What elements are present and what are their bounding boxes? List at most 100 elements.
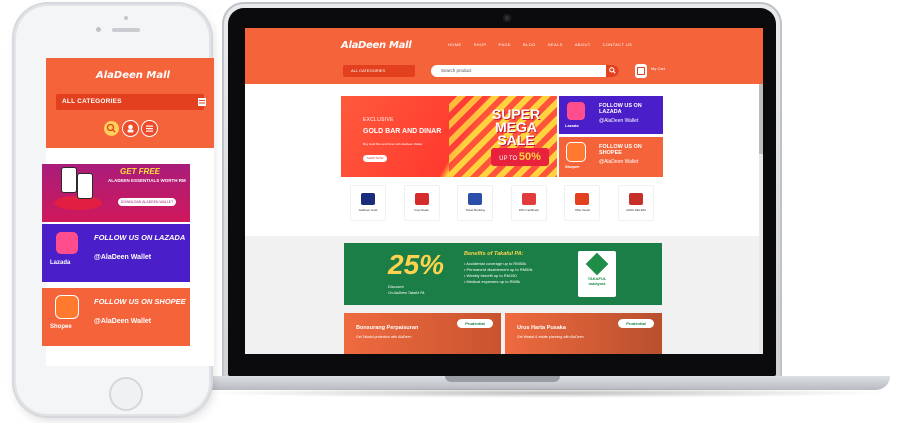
hero-kicker: EXCLUSIVE bbox=[363, 117, 394, 123]
promo-subtitle: Get Takaful protection with AlaDeen bbox=[356, 335, 412, 339]
shop-icon-label: JAMU DELIMA bbox=[625, 208, 647, 213]
mobile-lazada-banner[interactable]: Lazada FOLLOW US ON LAZADA @AlaDeen Wall… bbox=[42, 224, 190, 282]
promo-title: Bonsurang Perpaisuran bbox=[356, 325, 419, 331]
mobile-shopee-banner[interactable]: Shopee FOLLOW US ON SHOPEE @AlaDeen Wall… bbox=[42, 288, 190, 346]
all-categories-button[interactable]: ALL CATEGORIES bbox=[343, 65, 415, 77]
front-camera-icon bbox=[96, 27, 101, 32]
takaful-percent: 25% bbox=[388, 249, 445, 280]
lazada-subtitle: @AlaDeen Wallet bbox=[599, 118, 639, 124]
search-icon[interactable] bbox=[104, 121, 119, 136]
mobile-header: AlaDeen Mall ALL CATEGORIES bbox=[46, 58, 214, 148]
nav-blog[interactable]: BLOG bbox=[523, 42, 536, 47]
takaful-banner[interactable]: 25% Discount On AlaDeen Takaful PA Benef… bbox=[344, 243, 662, 305]
list-icon bbox=[198, 98, 206, 106]
jamu-icon bbox=[628, 193, 643, 206]
all-categories-label: ALL CATEGORIES bbox=[351, 68, 386, 73]
site-logo[interactable]: AlaDeen Mall bbox=[341, 40, 412, 51]
offer-icon bbox=[575, 193, 590, 206]
lazada-title: FOLLOW US ON LAZADA bbox=[94, 233, 186, 242]
shop-icon-label: Offer Deals bbox=[574, 208, 590, 213]
mobile-logo[interactable]: AlaDeen Mall bbox=[96, 70, 170, 81]
hero-title: GOLD BAR AND DINAR bbox=[363, 128, 442, 135]
nav-deals[interactable]: DEALS bbox=[548, 42, 563, 47]
nav-about[interactable]: ABOUT bbox=[575, 42, 591, 47]
hero-sale-text: SUPER MEGA SALE bbox=[483, 107, 549, 148]
shop-icon-label: Ticket Booking bbox=[465, 208, 485, 213]
mobile-all-categories-label: ALL CATEGORIES bbox=[62, 98, 122, 105]
free-banner-title: GET FREE bbox=[120, 167, 161, 176]
phone-speaker bbox=[112, 28, 140, 32]
promo-subtitle: Get Wasiat & estate planning with AlaDee… bbox=[517, 335, 584, 339]
lazada-title: FOLLOW US ON LAZADA bbox=[599, 103, 642, 115]
scrollbar-thumb[interactable] bbox=[759, 84, 763, 154]
shopee-banner[interactable]: Shopee FOLLOW US ON SHOPEE @AlaDeen Wall… bbox=[559, 137, 663, 177]
hero-discount-badge: UP TO 50% bbox=[491, 148, 549, 166]
shopee-subtitle: @AlaDeen Wallet bbox=[599, 159, 639, 165]
shop-icon-offer[interactable]: Offer Deals bbox=[565, 186, 600, 220]
user-icon[interactable] bbox=[123, 121, 138, 136]
shop-icon-label: AlaDeen Gold bbox=[358, 208, 378, 213]
mobile-all-categories-button[interactable]: ALL CATEGORIES bbox=[56, 94, 206, 110]
sale-line-3: SALE bbox=[497, 132, 535, 148]
lazada-brand: Lazada bbox=[565, 123, 579, 128]
phone-illustration-icon bbox=[78, 174, 92, 198]
lazada-heart-icon bbox=[56, 232, 78, 254]
free-banner-button[interactable]: DOWNLOAD ALADEEN WALLET bbox=[118, 198, 176, 206]
laptop-notch bbox=[445, 376, 560, 382]
laptop-screen: AlaDeen Mall HOME SHOP PAGE BLOG DEALS A… bbox=[245, 28, 763, 354]
search-input[interactable]: Search product bbox=[431, 65, 619, 77]
nav-contact[interactable]: CONTACT US bbox=[603, 42, 633, 47]
shopee-bag-icon bbox=[567, 143, 585, 161]
up-to-label: UP TO bbox=[499, 156, 518, 162]
shopee-brand: Shopee bbox=[565, 164, 580, 169]
mobile-free-gift-banner[interactable]: GET FREE ALADEEN ESSENTIALS WORTH RM DOW… bbox=[42, 164, 190, 222]
cashback-icon bbox=[521, 193, 536, 206]
podium-shape bbox=[54, 196, 102, 210]
hero-shop-button[interactable]: SHOP NOW bbox=[363, 155, 387, 162]
phone-illustration-icon bbox=[62, 168, 76, 192]
takaful-on: On AlaDeen Takaful PA bbox=[388, 291, 425, 295]
nav-home[interactable]: HOME bbox=[448, 42, 462, 47]
lazada-brand: Lazada bbox=[50, 260, 71, 266]
gold-icon bbox=[361, 193, 375, 206]
menu-icon[interactable] bbox=[142, 121, 157, 136]
lazada-heart-icon bbox=[567, 102, 585, 120]
nav-shop[interactable]: SHOP bbox=[474, 42, 487, 47]
promo-title: Urus Harta Pusaka bbox=[517, 325, 566, 331]
promo-banner-1[interactable]: Bonsurang Perpaisuran Get Takaful protec… bbox=[344, 313, 501, 354]
laptop-shadow bbox=[200, 388, 890, 398]
shopee-bag-icon bbox=[56, 296, 78, 318]
device-mockup: AlaDeen Mall HOME SHOP PAGE BLOG DEALS A… bbox=[0, 0, 911, 423]
shop-icons-row: AlaDeen Gold Fuel Deals Ticket Booking 1… bbox=[341, 186, 663, 224]
promo-badge: Prudential bbox=[457, 319, 493, 328]
takaful-logo-text: TAKAFUL malaysia bbox=[587, 276, 607, 286]
discount-percent: 50% bbox=[518, 151, 541, 163]
home-button[interactable] bbox=[109, 377, 143, 411]
phone-frame: AlaDeen Mall ALL CATEGORIES GET FREE ALA… bbox=[14, 4, 214, 416]
promo-banner-2[interactable]: Urus Harta Pusaka Get Wasiat & estate pl… bbox=[505, 313, 662, 354]
search-button[interactable] bbox=[606, 65, 619, 77]
shop-icon-gold[interactable]: AlaDeen Gold bbox=[351, 186, 385, 220]
shopee-subtitle: @AlaDeen Wallet bbox=[94, 318, 152, 325]
hero-banner[interactable]: EXCLUSIVE GOLD BAR AND DINAR Buy Gold Ba… bbox=[341, 96, 557, 177]
lazada-banner[interactable]: Lazada FOLLOW US ON LAZADA @AlaDeen Wall… bbox=[559, 96, 663, 134]
shop-icon-cashback[interactable]: 10% Cashback bbox=[511, 186, 546, 220]
shop-icon-jamu[interactable]: JAMU DELIMA bbox=[618, 186, 653, 220]
shop-icon-fuel[interactable]: Fuel Deals bbox=[404, 186, 439, 220]
webcam-icon bbox=[503, 14, 511, 22]
site-header: AlaDeen Mall HOME SHOP PAGE BLOG DEALS A… bbox=[245, 28, 763, 84]
cart-label: My Cart bbox=[651, 66, 665, 71]
shop-icon-ticket[interactable]: Ticket Booking bbox=[458, 186, 493, 220]
takaful-benefits-list: • Accidental coverage up to RM50k • Perm… bbox=[464, 261, 533, 285]
search-icon bbox=[609, 67, 616, 74]
shopee-title: FOLLOW US ON SHOPEE bbox=[599, 144, 642, 156]
shopee-brand: Shopee bbox=[50, 324, 72, 330]
nav-page[interactable]: PAGE bbox=[499, 42, 511, 47]
free-banner-subtitle: ALADEEN ESSENTIALS WORTH RM bbox=[108, 178, 186, 183]
benefit-item: • Medical expenses up to RM5k bbox=[464, 279, 521, 284]
phone-sensor bbox=[124, 16, 128, 20]
mobile-action-icons bbox=[104, 121, 157, 136]
hero-description: Buy Gold Bar and Dinar with AlaDeen Wall… bbox=[363, 142, 423, 146]
plane-icon bbox=[468, 193, 483, 206]
search-placeholder: Search product bbox=[441, 68, 472, 73]
